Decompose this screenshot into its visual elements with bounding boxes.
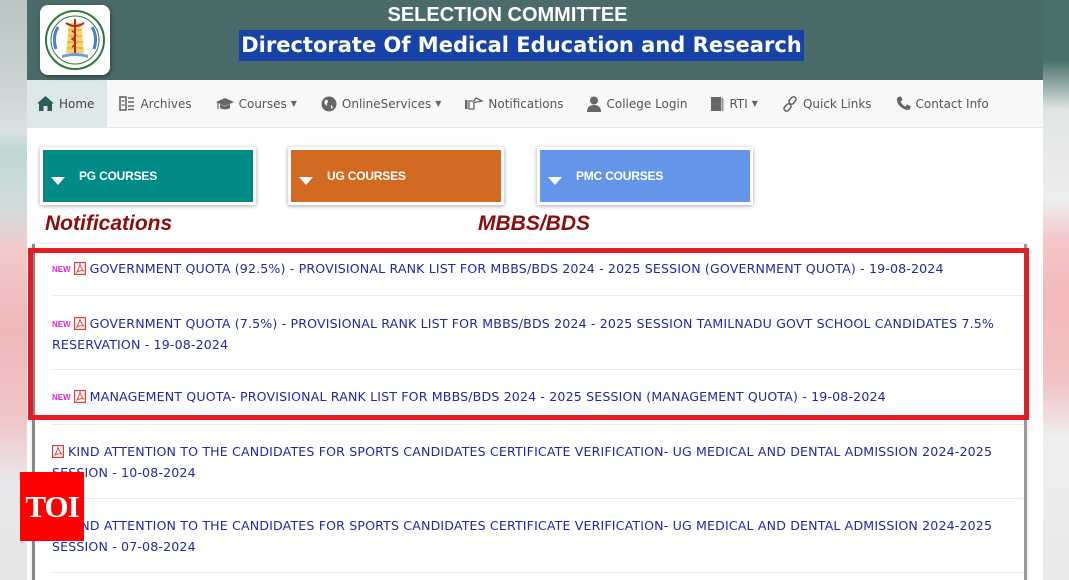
triangle-down-icon [548,177,562,185]
blurred-backdrop-right [1043,0,1069,580]
notification-text: KIND ATTENTION TO THE CANDIDATES FOR SPO… [52,444,993,480]
chevron-down-icon: ▼ [290,99,297,108]
divider [51,369,1023,370]
link-icon [782,95,798,112]
pdf-icon [73,316,86,335]
pdf-icon [52,444,65,463]
notification-item[interactable]: KIND ATTENTION TO THE CANDIDATES FOR SPO… [52,516,1024,556]
course-label: UG COURSES [327,169,406,183]
page-title: Directorate Of Medical Education and Res… [239,30,804,61]
new-badge: NEW [52,315,71,334]
nav-item-notifications[interactable]: Notifications [453,80,575,128]
nav-item-online-services[interactable]: OnlineServices ▼ [309,80,453,128]
nav-item-label: Quick Links [802,96,872,111]
nav-item-archives[interactable]: Archives [107,80,203,128]
header-titles: SELECTION COMMITTEE Directorate Of Medic… [27,2,1043,61]
nav-item-label: Courses [238,96,287,111]
hand-pointer-icon [465,96,484,111]
page: SELECTION COMMITTEE Directorate Of Medic… [27,0,1043,580]
nav-item-label: Archives [140,96,192,111]
nav-item-label: College Login [606,96,688,111]
course-label: PG COURSES [79,169,158,183]
nav-item-contact-info[interactable]: Contact Info [884,80,1001,128]
pg-courses-button[interactable]: PG COURSES [40,147,256,205]
nav-item-quick-links[interactable]: Quick Links [770,80,884,128]
chevron-down-icon: ▼ [751,99,758,108]
notification-item[interactable]: KIND ATTENTION TO THE CANDIDATES FOR SPO… [52,442,1024,482]
nav-item-label: Notifications [488,96,564,111]
triangle-down-icon [51,177,65,185]
course-label: PMC COURSES [576,169,664,183]
book-icon [711,96,724,112]
triangle-down-icon [299,177,313,185]
pdf-icon [73,261,86,280]
user-icon [587,96,602,112]
ug-courses-button[interactable]: UG COURSES [288,147,504,205]
phone-icon [896,96,911,111]
pg-courses-tile: PG COURSES [43,150,253,202]
graduation-cap-icon [215,97,234,111]
globe-icon [321,96,337,112]
pmc-courses-button[interactable]: PMC COURSES [537,147,753,205]
divider [51,295,1023,296]
archive-icon [119,96,135,111]
notification-item[interactable]: NEW GOVERNMENT QUOTA (92.5%) - PROVISIONA… [52,259,1024,280]
new-badge: NEW [52,388,71,407]
notification-text: KIND ATTENTION TO THE CANDIDATES FOR SPO… [52,518,993,554]
divider [51,572,1023,573]
divider [51,498,1023,499]
notification-item[interactable]: NEW MANAGEMENT QUOTA- PROVISIONAL RANK LI… [52,387,1024,408]
notification-item[interactable]: NEW GOVERNMENT QUOTA (7.5%) - PROVISIONAL… [52,314,1024,354]
nav-item-label: Home [59,96,95,111]
nav-item-home[interactable]: Home [27,79,108,128]
divider [51,424,1023,425]
nav-item-courses[interactable]: Courses ▼ [204,80,309,128]
ug-courses-tile: UG COURSES [291,150,501,202]
notifications-heading: Notifications [45,212,173,235]
home-icon [37,96,54,111]
nav-item-label: RTI [729,96,748,111]
org-title: SELECTION COMMITTEE [387,4,628,26]
notifications-panel: NEW GOVERNMENT QUOTA (92.5%) - PROVISIONA… [32,244,1027,580]
nav-item-label: OnlineServices [341,96,432,111]
nav-item-college-login[interactable]: College Login [575,80,699,128]
nav-item-label: Contact Info [915,96,989,111]
main-nav: Home Archives Courses ▼ OnlineServices ▼ [27,79,1043,128]
toi-watermark-logo: TOI [20,472,84,541]
nav-item-rti[interactable]: RTI ▼ [699,80,770,128]
new-badge: NEW [52,260,71,279]
pdf-icon [73,389,86,408]
mbbs-bds-heading: MBBS/BDS [478,212,591,235]
notification-text: GOVERNMENT QUOTA (92.5%) - PROVISIONAL R… [89,261,944,276]
notification-text: MANAGEMENT QUOTA- PROVISIONAL RANK LIST … [89,389,886,404]
site-header: SELECTION COMMITTEE Directorate Of Medic… [27,0,1043,80]
notification-text: GOVERNMENT QUOTA (7.5%) - PROVISIONAL RA… [52,316,995,352]
chevron-down-icon: ▼ [435,99,442,108]
pmc-courses-tile: PMC COURSES [540,150,750,202]
